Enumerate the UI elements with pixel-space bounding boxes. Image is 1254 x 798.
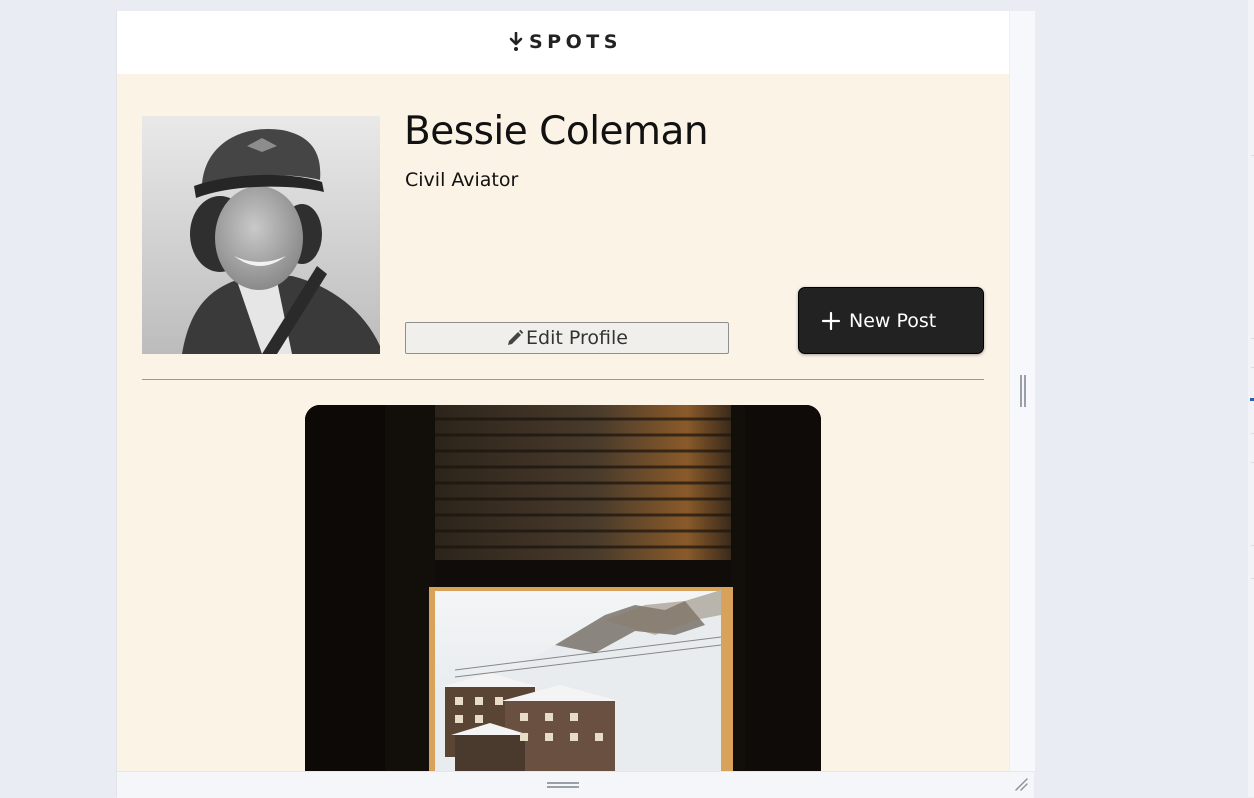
logo[interactable]: SPOTS: [509, 30, 622, 54]
resize-grip[interactable]: [547, 782, 579, 788]
scrollbar-handle[interactable]: [1020, 375, 1026, 407]
logo-text: SPOTS: [529, 31, 622, 53]
plus-icon: [821, 311, 841, 330]
location-pin-icon: [509, 32, 523, 51]
edit-profile-label: Edit Profile: [526, 327, 628, 349]
scrollbar[interactable]: [1009, 11, 1035, 771]
resize-corner-icon[interactable]: [1013, 776, 1029, 792]
adjacent-window-edge: [1248, 0, 1254, 797]
pencil-icon: [508, 329, 524, 345]
new-post-button[interactable]: New Post: [798, 287, 984, 354]
page-viewport: SPOTS Bessie Coleman Civil Aviator Edit …: [116, 11, 1035, 798]
new-post-label: New Post: [849, 309, 937, 332]
profile-description: Civil Aviator: [405, 169, 519, 191]
section-divider: [142, 379, 984, 380]
post-image[interactable]: [305, 405, 821, 785]
site-header: SPOTS: [117, 11, 1009, 74]
profile-name: Bessie Coleman: [404, 109, 709, 154]
profile-avatar: [142, 116, 380, 354]
edit-profile-button[interactable]: Edit Profile: [405, 322, 729, 354]
bottom-resize-bar[interactable]: [117, 771, 1034, 798]
post-card[interactable]: [305, 405, 821, 785]
